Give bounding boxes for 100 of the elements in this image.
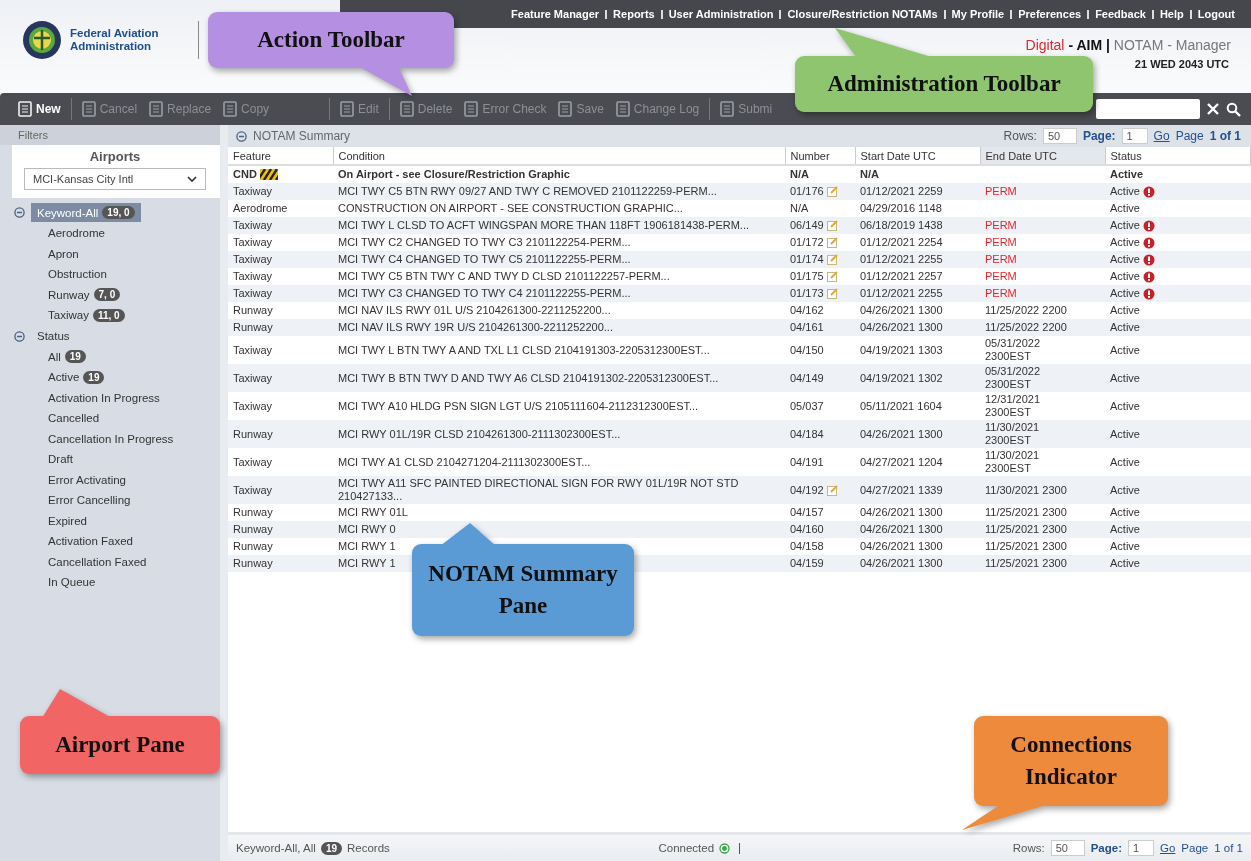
- edit-icon[interactable]: [826, 271, 838, 282]
- filter-item[interactable]: Apron: [48, 247, 79, 260]
- chevron-down-icon[interactable]: [187, 175, 197, 183]
- alert-icon: [1142, 185, 1155, 198]
- rows-field[interactable]: 50: [1050, 840, 1085, 856]
- filter-item[interactable]: In Queue: [48, 576, 96, 589]
- filter-item[interactable]: Aerodrome: [48, 227, 105, 240]
- airport-dropdown[interactable]: MCI-Kansas City Intl: [24, 168, 206, 190]
- filter-item[interactable]: Expired: [48, 514, 87, 527]
- column-header[interactable]: Condition: [333, 147, 785, 165]
- admin-link[interactable]: Feature Manager: [505, 9, 606, 19]
- alert-icon: [1142, 219, 1155, 232]
- feature-cell: Runway: [228, 538, 333, 555]
- filter-item[interactable]: All: [48, 350, 61, 363]
- filter-item[interactable]: Activation Faxed: [48, 535, 133, 548]
- condition-cell: CONSTRUCTION ON AIRPORT - SEE CONSTRUCTION GRAPHIC...: [333, 200, 785, 217]
- filter-item[interactable]: Error Cancelling: [48, 494, 131, 507]
- go-link[interactable]: Go: [1160, 842, 1176, 854]
- count-badge: 7, 0: [93, 288, 121, 302]
- column-header[interactable]: Status: [1105, 147, 1251, 165]
- column-header[interactable]: End Date UTC: [980, 147, 1105, 165]
- end-date-cell: PERM: [980, 251, 1105, 268]
- airports-label: Airports: [88, 149, 142, 164]
- rows-label: Rows:: [1012, 842, 1045, 854]
- edit-icon[interactable]: [826, 186, 838, 197]
- filter-item[interactable]: Obstruction: [48, 268, 107, 281]
- number-cell: 04/149: [785, 364, 855, 392]
- edit-icon[interactable]: [826, 484, 838, 496]
- callout-label: Connections Indicator: [1009, 731, 1133, 791]
- condition-cell: MCI TWY B BTN TWY D AND TWY A6 CLSD 2104191302-2205312300EST...: [333, 364, 785, 392]
- collapse-icon[interactable]: [14, 207, 25, 218]
- toolbar-button[interactable]: New: [12, 101, 67, 117]
- admin-link[interactable]: User Administration: [660, 9, 780, 19]
- condition-cell: MCI TWY C4 CHANGED TO TWY C5 2101122255-PERM...: [333, 251, 785, 268]
- go-link[interactable]: Go: [1153, 129, 1170, 143]
- filter-item[interactable]: Cancelled: [48, 412, 100, 425]
- records-label: Records: [347, 842, 390, 854]
- filter-item[interactable]: Active: [48, 371, 80, 384]
- admin-link[interactable]: Closure/Restriction NOTAMs: [779, 9, 944, 19]
- admin-link[interactable]: Logout: [1189, 9, 1241, 19]
- admin-link[interactable]: My Profile: [943, 9, 1011, 19]
- admin-link[interactable]: Preferences: [1010, 9, 1088, 19]
- collapse-icon[interactable]: [14, 330, 25, 342]
- feature-cell: Taxiway: [228, 183, 333, 200]
- feature-cell: Taxiway: [228, 268, 333, 285]
- number-cell: 04/191: [785, 448, 855, 476]
- end-date-cell: PERM: [980, 268, 1105, 285]
- edit-icon[interactable]: [826, 220, 838, 231]
- search-icon[interactable]: [1226, 101, 1241, 117]
- document-icon: [149, 101, 164, 117]
- filter-item[interactable]: Draft: [48, 453, 73, 466]
- edit-icon[interactable]: [826, 237, 838, 248]
- number-cell: 04/159: [785, 555, 855, 572]
- condition-cell: MCI RWY 01L/19R CLSD 2104261300-2111302300EST...: [333, 420, 785, 448]
- collapse-icon[interactable]: [236, 130, 247, 142]
- start-date-cell: 04/27/2021 1204: [855, 448, 980, 476]
- edit-icon[interactable]: [826, 254, 838, 265]
- end-date-cell: 11/25/2021 2300: [980, 521, 1105, 538]
- column-header[interactable]: Number: [785, 147, 855, 165]
- status-cell: Active: [1105, 183, 1251, 200]
- end-date-cell: PERM: [980, 234, 1105, 251]
- close-icon[interactable]: [1206, 102, 1220, 116]
- feature-cell: Taxiway: [228, 392, 333, 420]
- filter-group[interactable]: Keyword-All 19, 0: [31, 203, 141, 222]
- filter-item[interactable]: Cancellation Faxed: [48, 555, 147, 568]
- start-date-cell: 04/27/2021 1339: [855, 476, 980, 504]
- start-date-cell: 04/26/2021 1300: [855, 555, 980, 572]
- feature-cell: Runway: [228, 521, 333, 538]
- pane-splitter[interactable]: [220, 125, 228, 861]
- end-date-cell: 11/30/2021 2300: [980, 476, 1105, 504]
- search-field[interactable]: [1096, 99, 1200, 119]
- filter-item[interactable]: Runway: [48, 288, 90, 301]
- document-icon: [81, 101, 96, 117]
- filter-item[interactable]: Activation In Progress: [48, 391, 160, 404]
- number-cell: 04/150: [785, 336, 855, 364]
- filter-item[interactable]: Cancellation In Progress: [48, 432, 174, 445]
- status-cell: Active: [1105, 555, 1251, 572]
- condition-cell: MCI NAV ILS RWY 19R U/S 2104261300-2211252200...: [333, 319, 785, 336]
- filter-item[interactable]: Error Activating: [48, 473, 126, 486]
- admin-link[interactable]: Reports: [605, 9, 661, 19]
- condition-cell: MCI TWY A1 CLSD 2104271204-2111302300EST...: [333, 448, 785, 476]
- column-header[interactable]: Feature: [228, 147, 333, 165]
- admin-link[interactable]: Help: [1151, 9, 1190, 19]
- filter-group[interactable]: Status: [31, 327, 76, 345]
- end-date-cell: 11/25/2021 2300: [980, 504, 1105, 521]
- start-date-cell: 04/29/2016 1148: [855, 200, 980, 217]
- filter-item[interactable]: Taxiway: [48, 309, 89, 322]
- condition-cell: MCI RWY 0: [333, 521, 785, 538]
- status-cell: Active: [1105, 217, 1251, 234]
- rows-field[interactable]: 50: [1042, 128, 1077, 144]
- end-date-cell: 11/25/2022 2200: [980, 302, 1105, 319]
- number-cell: 04/162: [785, 302, 855, 319]
- page-field[interactable]: 1: [1121, 128, 1148, 144]
- page-field[interactable]: 1: [1128, 840, 1154, 856]
- condition-cell: MCI TWY A10 HLDG PSN SIGN LGT U/S 2105111604-2112312300EST...: [333, 392, 785, 420]
- column-header[interactable]: Start Date UTC: [855, 147, 980, 165]
- edit-icon[interactable]: [826, 288, 838, 299]
- admin-link[interactable]: Feedback: [1087, 9, 1152, 19]
- end-date-cell: 11/25/2021 2300: [980, 538, 1105, 555]
- count-badge: 11, 0: [92, 308, 125, 322]
